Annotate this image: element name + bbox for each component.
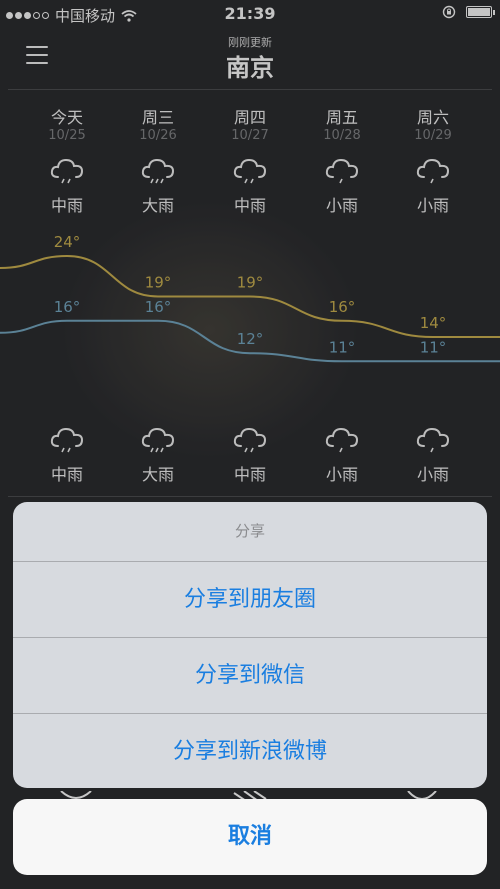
share-moments-button[interactable]: 分享到朋友圈: [13, 561, 487, 637]
share-action-sheet: 分享 分享到朋友圈 分享到微信 分享到新浪微博: [13, 502, 487, 788]
share-weibo-button[interactable]: 分享到新浪微博: [13, 713, 487, 788]
share-wechat-button[interactable]: 分享到微信: [13, 637, 487, 713]
cancel-button[interactable]: 取消: [13, 799, 487, 875]
share-sheet-title: 分享: [234, 522, 265, 540]
